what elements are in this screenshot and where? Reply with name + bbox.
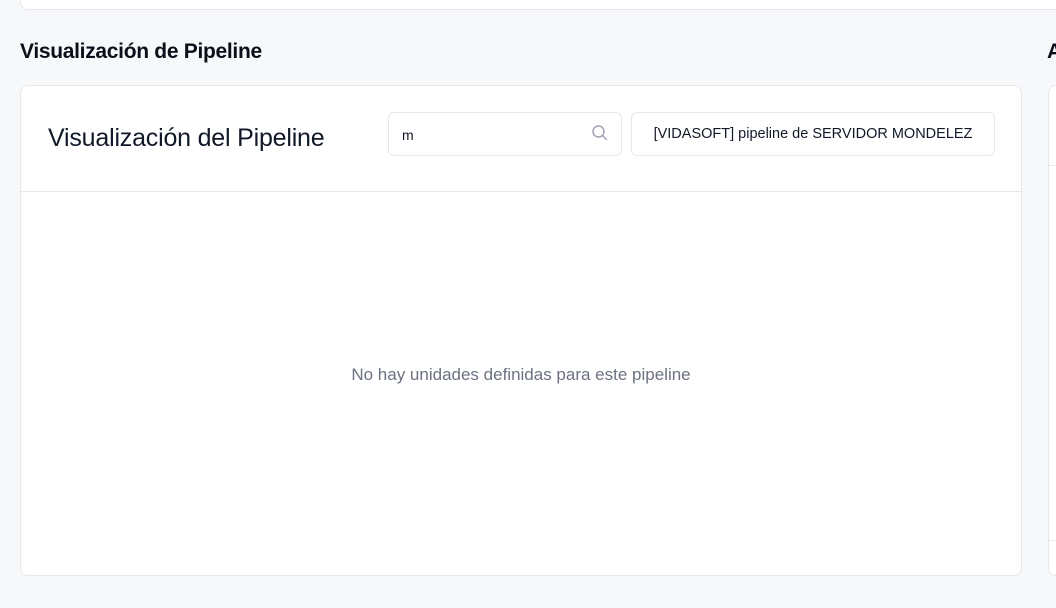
search-box[interactable]	[388, 112, 622, 156]
right-card-divider	[1049, 540, 1056, 541]
right-card-divider	[1049, 165, 1056, 166]
search-icon	[591, 124, 609, 142]
card-title: Visualización del Pipeline	[48, 124, 325, 152]
search-input[interactable]	[402, 125, 582, 145]
top-card	[20, 0, 1056, 10]
pipeline-card: Visualización del Pipeline [VIDASOFT] pi…	[20, 85, 1022, 576]
right-card	[1048, 85, 1056, 576]
empty-state-message: No hay unidades definidas para este pipe…	[351, 365, 691, 384]
section-title: Visualización de Pipeline	[20, 40, 262, 63]
right-section-title: A	[1047, 40, 1056, 63]
page: Visualización de Pipeline A Visualizació…	[0, 0, 1056, 608]
pipeline-select[interactable]: [VIDASOFT] pipeline de SERVIDOR MONDELEZ	[631, 112, 995, 156]
card-header: Visualización del Pipeline [VIDASOFT] pi…	[21, 86, 1021, 192]
